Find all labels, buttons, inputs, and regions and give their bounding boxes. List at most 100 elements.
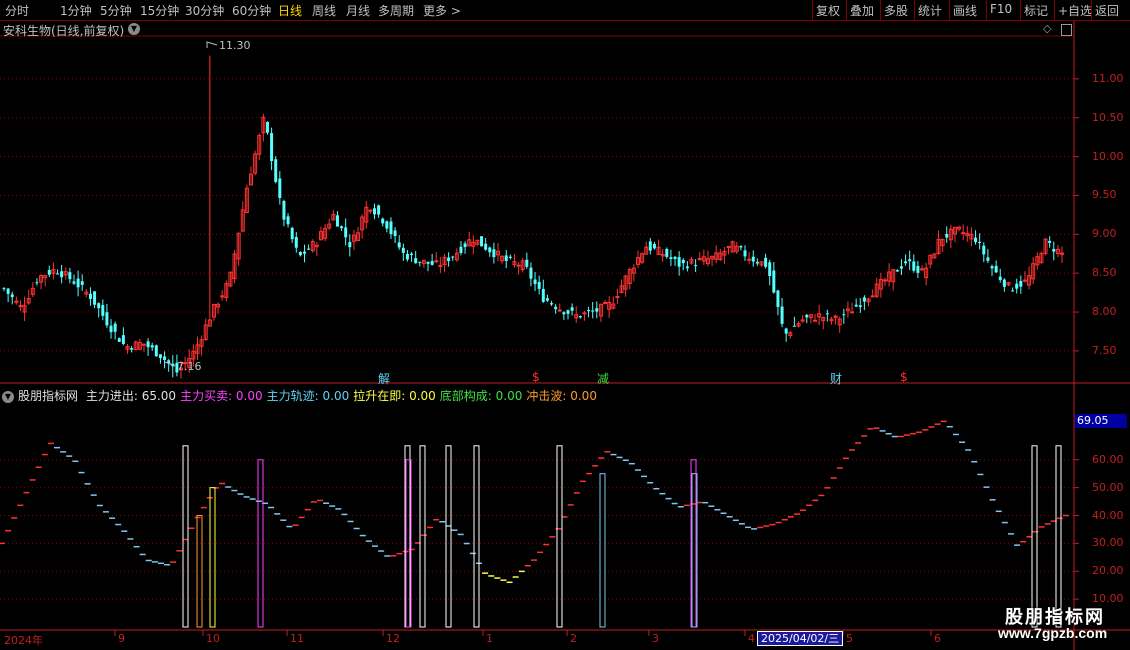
candle-body — [47, 269, 51, 275]
candle-body — [677, 257, 681, 267]
candlestick-series — [2, 41, 1064, 379]
candle-body — [389, 221, 393, 235]
signal-bar — [182, 445, 189, 628]
chevron-down-icon[interactable]: ▼ — [2, 390, 14, 403]
candle-body — [743, 250, 747, 257]
candle-body — [377, 205, 381, 215]
toolbar-separator — [846, 0, 847, 20]
toolbar-separator — [986, 0, 987, 20]
candle-body — [562, 312, 566, 315]
toolbar-button[interactable]: +自选 — [1058, 2, 1092, 19]
toolbar-button[interactable]: 返回 — [1095, 2, 1119, 19]
signal-bar — [556, 445, 563, 628]
timeframe-tab[interactable]: 日线 — [278, 2, 302, 19]
toolbar-button[interactable]: 标记 — [1024, 2, 1048, 19]
toolbar-button[interactable]: 叠加 — [850, 2, 874, 19]
price-axis-label: 8.50 — [1092, 266, 1117, 280]
candle-body — [504, 255, 508, 261]
candle-body — [438, 264, 443, 267]
timeframe-tab[interactable]: 多周期 — [378, 2, 414, 19]
timeframe-tab[interactable]: 60分钟 — [232, 2, 271, 19]
candle-body — [335, 215, 339, 227]
candle-body — [121, 335, 125, 344]
indicator-legend-item: 底部构成: 0.00 — [439, 389, 523, 403]
candle-body — [397, 242, 401, 248]
timeframe-tab[interactable]: 周线 — [312, 2, 336, 19]
candle-body — [35, 282, 39, 284]
toolbar-button[interactable]: 复权 — [816, 2, 840, 19]
price-axis-label: 10.50 — [1092, 110, 1124, 124]
timeframe-tab[interactable]: 月线 — [346, 2, 370, 19]
indicator-legend-item: 主力轨迹: 0.00 — [266, 389, 350, 403]
panel-toggle-icon[interactable] — [1061, 24, 1072, 36]
candle-body — [463, 243, 467, 248]
candle-body — [570, 307, 574, 311]
candle-body — [974, 237, 978, 243]
candle-body — [587, 310, 591, 312]
candle-body — [747, 258, 752, 261]
price-axis-label: 11.00 — [1092, 71, 1124, 85]
candle-body — [340, 226, 344, 229]
indicator-legend-item: 冲击波: 0.00 — [526, 389, 597, 403]
timeframe-tab[interactable]: 更多 > — [423, 2, 461, 19]
candle-body — [862, 297, 866, 302]
candle-body — [76, 278, 80, 288]
candle-body — [739, 246, 743, 248]
timeframe-tab[interactable]: 分时 — [5, 2, 29, 19]
candle-body — [290, 227, 294, 240]
toolbar-button[interactable]: 统计 — [918, 2, 942, 19]
timeframe-tab[interactable]: 5分钟 — [100, 2, 132, 19]
candle-body — [751, 256, 755, 262]
candle-body — [117, 338, 121, 342]
candle-body — [447, 257, 451, 262]
candle-body — [109, 325, 113, 333]
candle-body — [18, 305, 23, 308]
top-toolbar: 分时 1分钟 5分钟 15分钟 30分钟 60分钟 日线 周线 月线 多周期 更多 > 复权 叠加 多股统… — [0, 0, 1130, 21]
candle-body — [405, 253, 409, 260]
candle-body — [550, 303, 554, 305]
candle-body — [385, 221, 389, 229]
candle-body — [265, 121, 269, 133]
toolbar-button[interactable]: 画线 — [953, 2, 977, 19]
toolbar-separator — [1091, 0, 1092, 20]
candle-body — [582, 312, 587, 315]
candle-body — [418, 261, 422, 263]
chart-canvas[interactable] — [0, 0, 1130, 650]
timeframe-tab[interactable]: 1分钟 — [60, 2, 92, 19]
candle-body — [307, 248, 311, 250]
candle-body — [669, 257, 673, 259]
candle-body — [381, 218, 385, 224]
toolbar-button[interactable]: 多股 — [884, 2, 908, 19]
candle-body — [1002, 279, 1006, 287]
candle-body — [776, 290, 780, 307]
time-axis-label: 5 — [846, 632, 853, 645]
candle-body — [97, 303, 101, 309]
candle-body — [557, 309, 562, 312]
time-axis-label: 2024年 — [4, 634, 43, 647]
candle-body — [908, 259, 912, 262]
toolbar-button[interactable]: F10 — [990, 2, 1012, 16]
toolbar-separator — [812, 0, 813, 20]
toolbar-separator — [1054, 0, 1055, 20]
timeframe-tab[interactable]: 15分钟 — [140, 2, 179, 19]
time-axis-label: 4 — [748, 632, 755, 645]
candle-body — [270, 133, 274, 162]
timeframe-tab[interactable]: 30分钟 — [185, 2, 224, 19]
candle-body — [694, 265, 698, 267]
diamond-icon[interactable]: ◇ — [1043, 22, 1051, 35]
axis-frame — [0, 20, 1130, 650]
candle-body — [566, 310, 570, 314]
candle-body — [105, 312, 109, 326]
event-marker: 减 — [597, 372, 610, 386]
toolbar-separator — [949, 0, 950, 20]
candle-body — [93, 291, 97, 305]
chevron-down-icon[interactable]: ▼ — [128, 23, 140, 35]
candle-body — [673, 256, 677, 260]
candle-body — [459, 246, 463, 253]
candle-body — [784, 328, 788, 334]
signal-bar — [1055, 445, 1062, 628]
signal-bar — [473, 445, 480, 628]
candle-body — [591, 310, 595, 312]
candle-body — [80, 281, 84, 285]
candle-body — [854, 304, 858, 307]
